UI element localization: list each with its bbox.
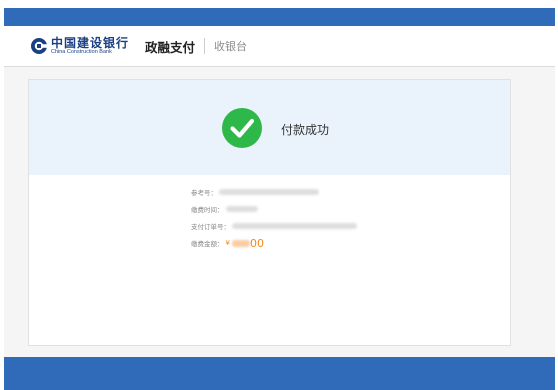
result-card: 付款成功 参考号： 缴费时间： 支付订单号： 缴费金额： ¥ 00 (28, 79, 511, 346)
bank-name-cn: 中国建设银行 (51, 35, 130, 50)
reference-label: 参考号： (191, 189, 217, 197)
order-number-label: 支付订单号： (191, 223, 230, 231)
amount-currency: ¥ (225, 239, 230, 247)
amount-label: 缴费金额： (191, 240, 224, 248)
header: 中国建设银行 China Construction Bank 政融支付 收银台 (4, 26, 555, 67)
page-subtitle: 收银台 (214, 40, 248, 53)
order-number-row: 支付订单号： (191, 218, 357, 234)
amount-value-redacted (231, 239, 250, 247)
top-banner (4, 8, 555, 26)
ccb-logo-icon (31, 38, 48, 54)
success-banner: 付款成功 (29, 80, 510, 175)
pay-time-value-redacted (225, 206, 258, 212)
bank-name: 中国建设银行 China Construction Bank (51, 37, 129, 56)
success-message: 付款成功 (281, 123, 330, 137)
order-number-value-redacted (232, 223, 357, 229)
header-divider (204, 38, 206, 54)
amount-row: 缴费金额： ¥ 00 (191, 235, 357, 251)
footer-banner (4, 357, 555, 390)
brand-title: 政融支付 (145, 39, 196, 55)
bank-logo[interactable]: 中国建设银行 China Construction Bank (30, 37, 129, 56)
reference-value-redacted (219, 189, 319, 195)
check-circle-icon (222, 108, 262, 148)
payment-details: 参考号： 缴费时间： 支付订单号： 缴费金额： ¥ 00 (191, 184, 357, 252)
pay-time-row: 缴费时间： (191, 201, 357, 217)
bank-name-en: China Construction Bank (51, 48, 112, 55)
reference-row: 参考号： (191, 184, 357, 200)
amount-cents: 00 (249, 236, 264, 250)
pay-time-label: 缴费时间： (191, 206, 224, 214)
